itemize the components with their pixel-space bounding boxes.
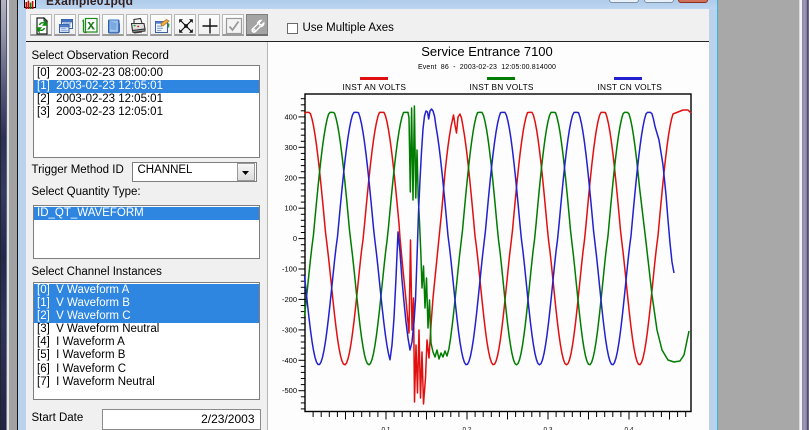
svg-text:0: 0 [293, 234, 297, 243]
svg-text:-500: -500 [282, 386, 297, 395]
svg-text:0.3: 0.3 [543, 427, 552, 430]
svg-text:0.4: 0.4 [624, 427, 633, 430]
svg-text:200: 200 [284, 173, 297, 182]
svg-text:-300: -300 [282, 325, 297, 334]
svg-text:0.2: 0.2 [462, 427, 471, 430]
svg-text:300: 300 [284, 143, 297, 152]
svg-text:0.1: 0.1 [381, 427, 390, 430]
svg-text:-200: -200 [282, 295, 297, 304]
svg-text:-400: -400 [282, 356, 297, 365]
svg-text:400: 400 [284, 112, 297, 121]
svg-text:100: 100 [284, 204, 297, 213]
svg-text:-100: -100 [282, 265, 297, 274]
